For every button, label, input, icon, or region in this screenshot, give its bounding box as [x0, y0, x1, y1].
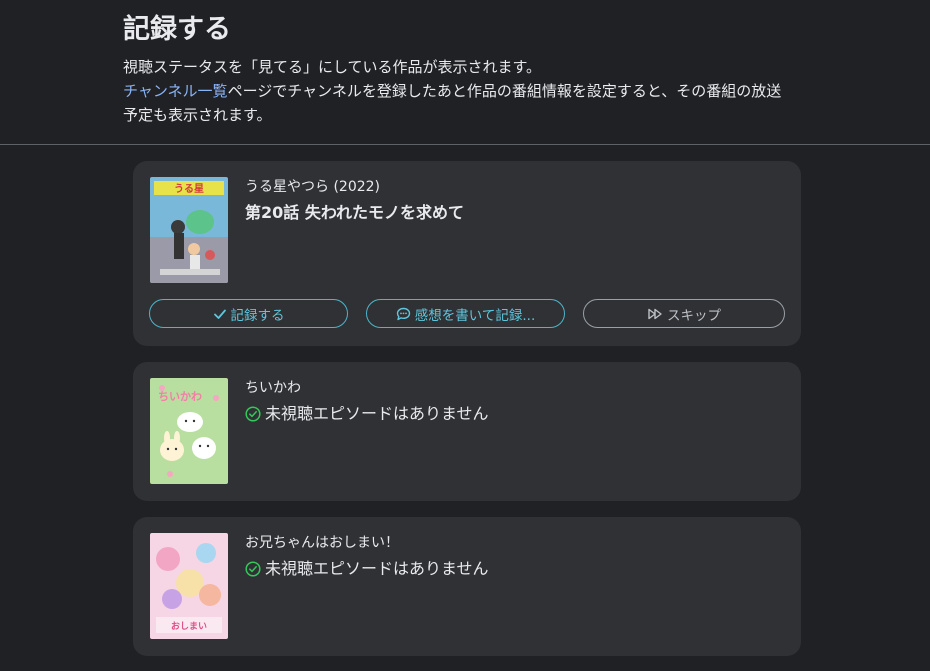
page-description-line1: 視聴ステータスを「見てる」にしている作品が表示されます。: [123, 58, 542, 76]
work-thumbnail[interactable]: うる星: [150, 177, 228, 283]
comment-record-button[interactable]: 感想を書いて記録...: [366, 299, 565, 328]
svg-text:おしまい: おしまい: [171, 621, 207, 632]
page-header: 記録する 視聴ステータスを「見てる」にしている作品が表示されます。 チャンネル一…: [0, 0, 930, 145]
record-button[interactable]: 記録する: [149, 299, 348, 328]
record-button-label: 記録する: [230, 307, 285, 324]
work-card: うる星 うる星やつら (2022) 第20話 失われたモノを求めて 記録する 感…: [133, 161, 801, 346]
work-card: おしまい お兄ちゃんはおしまい！ 未視聴エピソードはありません: [133, 517, 801, 656]
work-title[interactable]: うる星やつら (2022): [245, 177, 380, 197]
page-title: 記録する: [123, 14, 231, 45]
svg-text:うる星: うる星: [174, 183, 204, 195]
page-description-line2-text: ページでチャンネルを登録したあと作品の番組情報を設定すると、その番組の放送: [227, 82, 782, 100]
work-title[interactable]: ちいかわ: [245, 378, 301, 398]
page-description-line3: 予定も表示されます。: [123, 106, 272, 124]
skip-button[interactable]: スキップ: [583, 299, 785, 328]
channel-list-link[interactable]: チャンネル一覧: [123, 82, 228, 100]
episode-title[interactable]: 第20話 失われたモノを求めて: [245, 202, 464, 224]
work-title[interactable]: お兄ちゃんはおしまい！: [245, 533, 399, 553]
svg-text:ちいかわ: ちいかわ: [158, 390, 202, 403]
no-unwatched-status: 未視聴エピソードはありません: [245, 558, 489, 580]
work-thumbnail[interactable]: ちいかわ: [150, 378, 228, 484]
no-unwatched-status: 未視聴エピソードはありません: [245, 403, 489, 425]
check-icon: [213, 307, 227, 321]
no-unwatched-text: 未視聴エピソードはありません: [265, 404, 489, 423]
chat-bubble-icon: [396, 307, 411, 321]
check-circle-icon: [245, 406, 261, 422]
work-thumbnail[interactable]: おしまい: [150, 533, 228, 639]
fast-forward-icon: [647, 307, 663, 321]
no-unwatched-text: 未視聴エピソードはありません: [265, 559, 489, 578]
check-circle-icon: [245, 561, 261, 577]
skip-button-label: スキップ: [667, 307, 721, 324]
page-description-line2: チャンネル一覧ページでチャンネルを登録したあと作品の番組情報を設定すると、その番…: [123, 79, 813, 103]
work-card: ちいかわ ちいかわ 未視聴エピソードはありません: [133, 362, 801, 501]
comment-record-button-label: 感想を書いて記録...: [414, 307, 536, 324]
